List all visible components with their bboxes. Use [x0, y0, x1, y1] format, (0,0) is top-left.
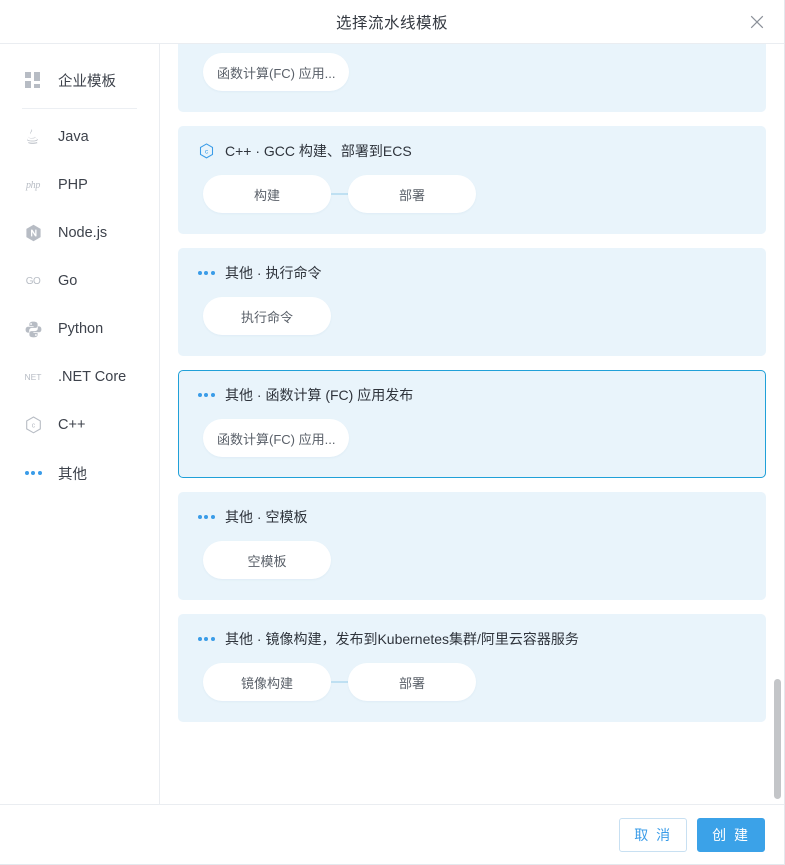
page-title: 选择流水线模板 [335, 14, 448, 32]
grid-icon [22, 69, 44, 91]
stage-pill[interactable]: 执行命令 [203, 297, 331, 335]
sidebar-item-label: C++ [58, 417, 86, 433]
template-title: C++ · GCC 构建、部署到ECS [225, 143, 412, 159]
stage-pill[interactable]: 空模板 [203, 541, 331, 579]
template-card-header: 其他 · 镜像构建，发布到Kubernetes集群/阿里云容器服务 [197, 629, 747, 649]
sidebar-item-label: 其他 [58, 466, 87, 483]
template-stages: 函数计算(FC) 应用... [197, 53, 747, 91]
sidebar-item-label: .NET Core [58, 369, 127, 385]
stage-connector [331, 681, 348, 683]
java-icon [22, 126, 44, 148]
sidebar-item-label: Java [58, 129, 89, 145]
template-stages: 函数计算(FC) 应用... [197, 419, 747, 457]
dialog-header: 选择流水线模板 [0, 0, 784, 44]
php-icon: php [25, 179, 41, 191]
scrollbar-thumb[interactable] [774, 679, 781, 799]
sidebar-item-label: Go [58, 273, 78, 289]
stage-pill[interactable]: 部署 [348, 175, 476, 213]
template-stages: 构建 部署 [197, 175, 747, 213]
template-title: 其他 · 镜像构建，发布到Kubernetes集群/阿里云容器服务 [225, 631, 579, 647]
sidebar-item-label: Node.js [58, 225, 108, 241]
stage-connector [331, 193, 348, 195]
ellipsis-icon [197, 630, 215, 648]
template-stages: 空模板 [197, 541, 747, 579]
svg-text:c: c [204, 148, 208, 155]
sidebar-item-label: Python [58, 321, 104, 337]
template-list-inner: c C++ · 函数计算 (FC) 应用发布 函数计算(FC) 应用... [160, 44, 784, 736]
template-card-header: 其他 · 空模板 [197, 507, 747, 527]
template-card-header: 其他 · 函数计算 (FC) 应用发布 [197, 385, 747, 405]
python-icon [22, 318, 44, 340]
template-card-header: 其他 · 执行命令 [197, 263, 747, 283]
sidebar-item-other[interactable]: 其他 [0, 449, 159, 497]
template-card-header: c C++ · GCC 构建、部署到ECS [197, 141, 747, 161]
nodejs-icon [22, 222, 44, 244]
stage-pill[interactable]: 构建 [203, 175, 331, 213]
sidebar-item-cpp[interactable]: c C++ [0, 401, 159, 449]
stage-pill[interactable]: 镜像构建 [203, 663, 331, 701]
sidebar-item-enterprise-template[interactable]: 企业模板 [0, 56, 159, 104]
cpp-hex-icon: c [197, 142, 215, 160]
svg-text:c: c [31, 423, 35, 430]
ellipsis-icon [197, 386, 215, 404]
select-pipeline-template-dialog: 选择流水线模板 企业模板 Java php PHP Node.js GO Go … [0, 0, 785, 865]
close-icon[interactable] [744, 9, 770, 35]
sidebar-item-python[interactable]: Python [0, 305, 159, 353]
stage-pill[interactable]: 函数计算(FC) 应用... [203, 53, 350, 91]
template-card-selected[interactable]: 其他 · 函数计算 (FC) 应用发布 函数计算(FC) 应用... [178, 370, 766, 478]
sidebar: 企业模板 Java php PHP Node.js GO Go Python N… [0, 44, 160, 804]
dialog-body: 企业模板 Java php PHP Node.js GO Go Python N… [0, 44, 784, 804]
template-card[interactable]: 其他 · 执行命令 执行命令 [178, 248, 766, 356]
stage-pill[interactable]: 部署 [348, 663, 476, 701]
template-title: 其他 · 空模板 [225, 509, 308, 525]
scrollbar-track[interactable] [774, 44, 782, 804]
stage-pill[interactable]: 函数计算(FC) 应用... [203, 419, 350, 457]
template-title: 其他 · 执行命令 [225, 265, 322, 281]
cpp-icon: c [22, 414, 44, 436]
create-button[interactable]: 创 建 [697, 817, 765, 852]
template-card[interactable]: c C++ · 函数计算 (FC) 应用发布 函数计算(FC) 应用... [178, 44, 766, 112]
cancel-button[interactable]: 取 消 [619, 817, 688, 852]
sidebar-item-label: PHP [58, 177, 88, 193]
template-title: 其他 · 函数计算 (FC) 应用发布 [225, 387, 414, 403]
sidebar-item-label: 企业模板 [58, 73, 116, 90]
template-stages: 镜像构建 部署 [197, 663, 747, 701]
template-card[interactable]: 其他 · 镜像构建，发布到Kubernetes集群/阿里云容器服务 镜像构建 部… [178, 614, 766, 722]
dotnet-icon: NET [24, 372, 42, 382]
template-card[interactable]: 其他 · 空模板 空模板 [178, 492, 766, 600]
ellipsis-icon [22, 462, 44, 484]
template-list: c C++ · 函数计算 (FC) 应用发布 函数计算(FC) 应用... [160, 44, 784, 804]
dialog-footer: 取 消 创 建 [0, 804, 784, 864]
ellipsis-icon [197, 508, 215, 526]
sidebar-item-php[interactable]: php PHP [0, 161, 159, 209]
sidebar-divider [22, 108, 137, 109]
sidebar-item-java[interactable]: Java [0, 113, 159, 161]
template-stages: 执行命令 [197, 297, 747, 335]
template-card[interactable]: c C++ · GCC 构建、部署到ECS 构建 部署 [178, 126, 766, 234]
sidebar-item-nodejs[interactable]: Node.js [0, 209, 159, 257]
sidebar-item-go[interactable]: GO Go [0, 257, 159, 305]
sidebar-item-dotnet-core[interactable]: NET .NET Core [0, 353, 159, 401]
go-icon: GO [25, 275, 41, 287]
ellipsis-icon [197, 264, 215, 282]
